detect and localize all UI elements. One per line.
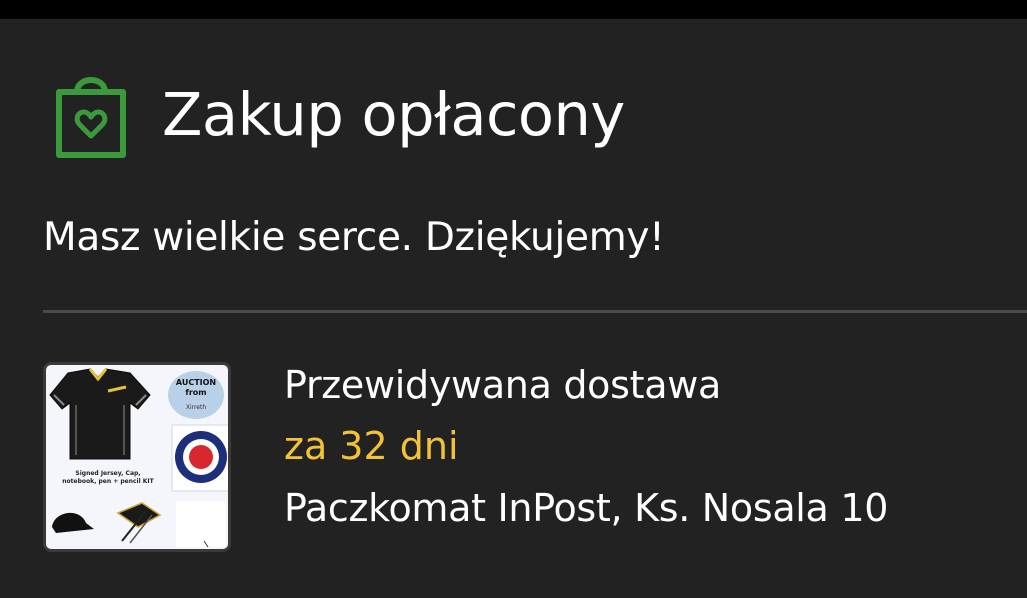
delivery-location: Paczkomat InPost, Ks. Nosala 10 (284, 486, 889, 530)
divider (43, 310, 1027, 313)
badge-line-3: Xirreth (186, 404, 207, 411)
blank-placeholder (176, 501, 226, 548)
badge-line-1: AUCTION (176, 378, 216, 387)
delivery-eta: za 32 dni (284, 424, 459, 468)
thank-you-message: Masz wielkie serce. Dziękujemy! (43, 215, 665, 260)
image-caption: Signed Jersey, Cap, notebook, pen + penc… (62, 470, 154, 485)
page-title: Zakup opłacony (162, 80, 625, 149)
shopping-bag-heart-icon (56, 77, 126, 158)
product-image: AUCTION from Xirreth Signed Jersey, Cap,… (49, 368, 228, 548)
delivery-label: Przewidywana dostawa (284, 363, 721, 407)
auction-badge: AUCTION from Xirreth (168, 371, 224, 419)
product-thumbnail[interactable]: AUCTION from Xirreth Signed Jersey, Cap,… (43, 362, 231, 552)
header (56, 70, 126, 160)
emblem-image (171, 424, 228, 492)
caption-line-1: Signed Jersey, Cap, (75, 470, 140, 477)
jersey-image (49, 368, 151, 460)
badge-line-2: from (185, 388, 206, 397)
notebook-kit-image (116, 502, 162, 544)
status-bar-strip (0, 0, 1027, 19)
caption-line-2: notebook, pen + pencil KIT (62, 478, 154, 485)
cap-image (52, 512, 94, 533)
